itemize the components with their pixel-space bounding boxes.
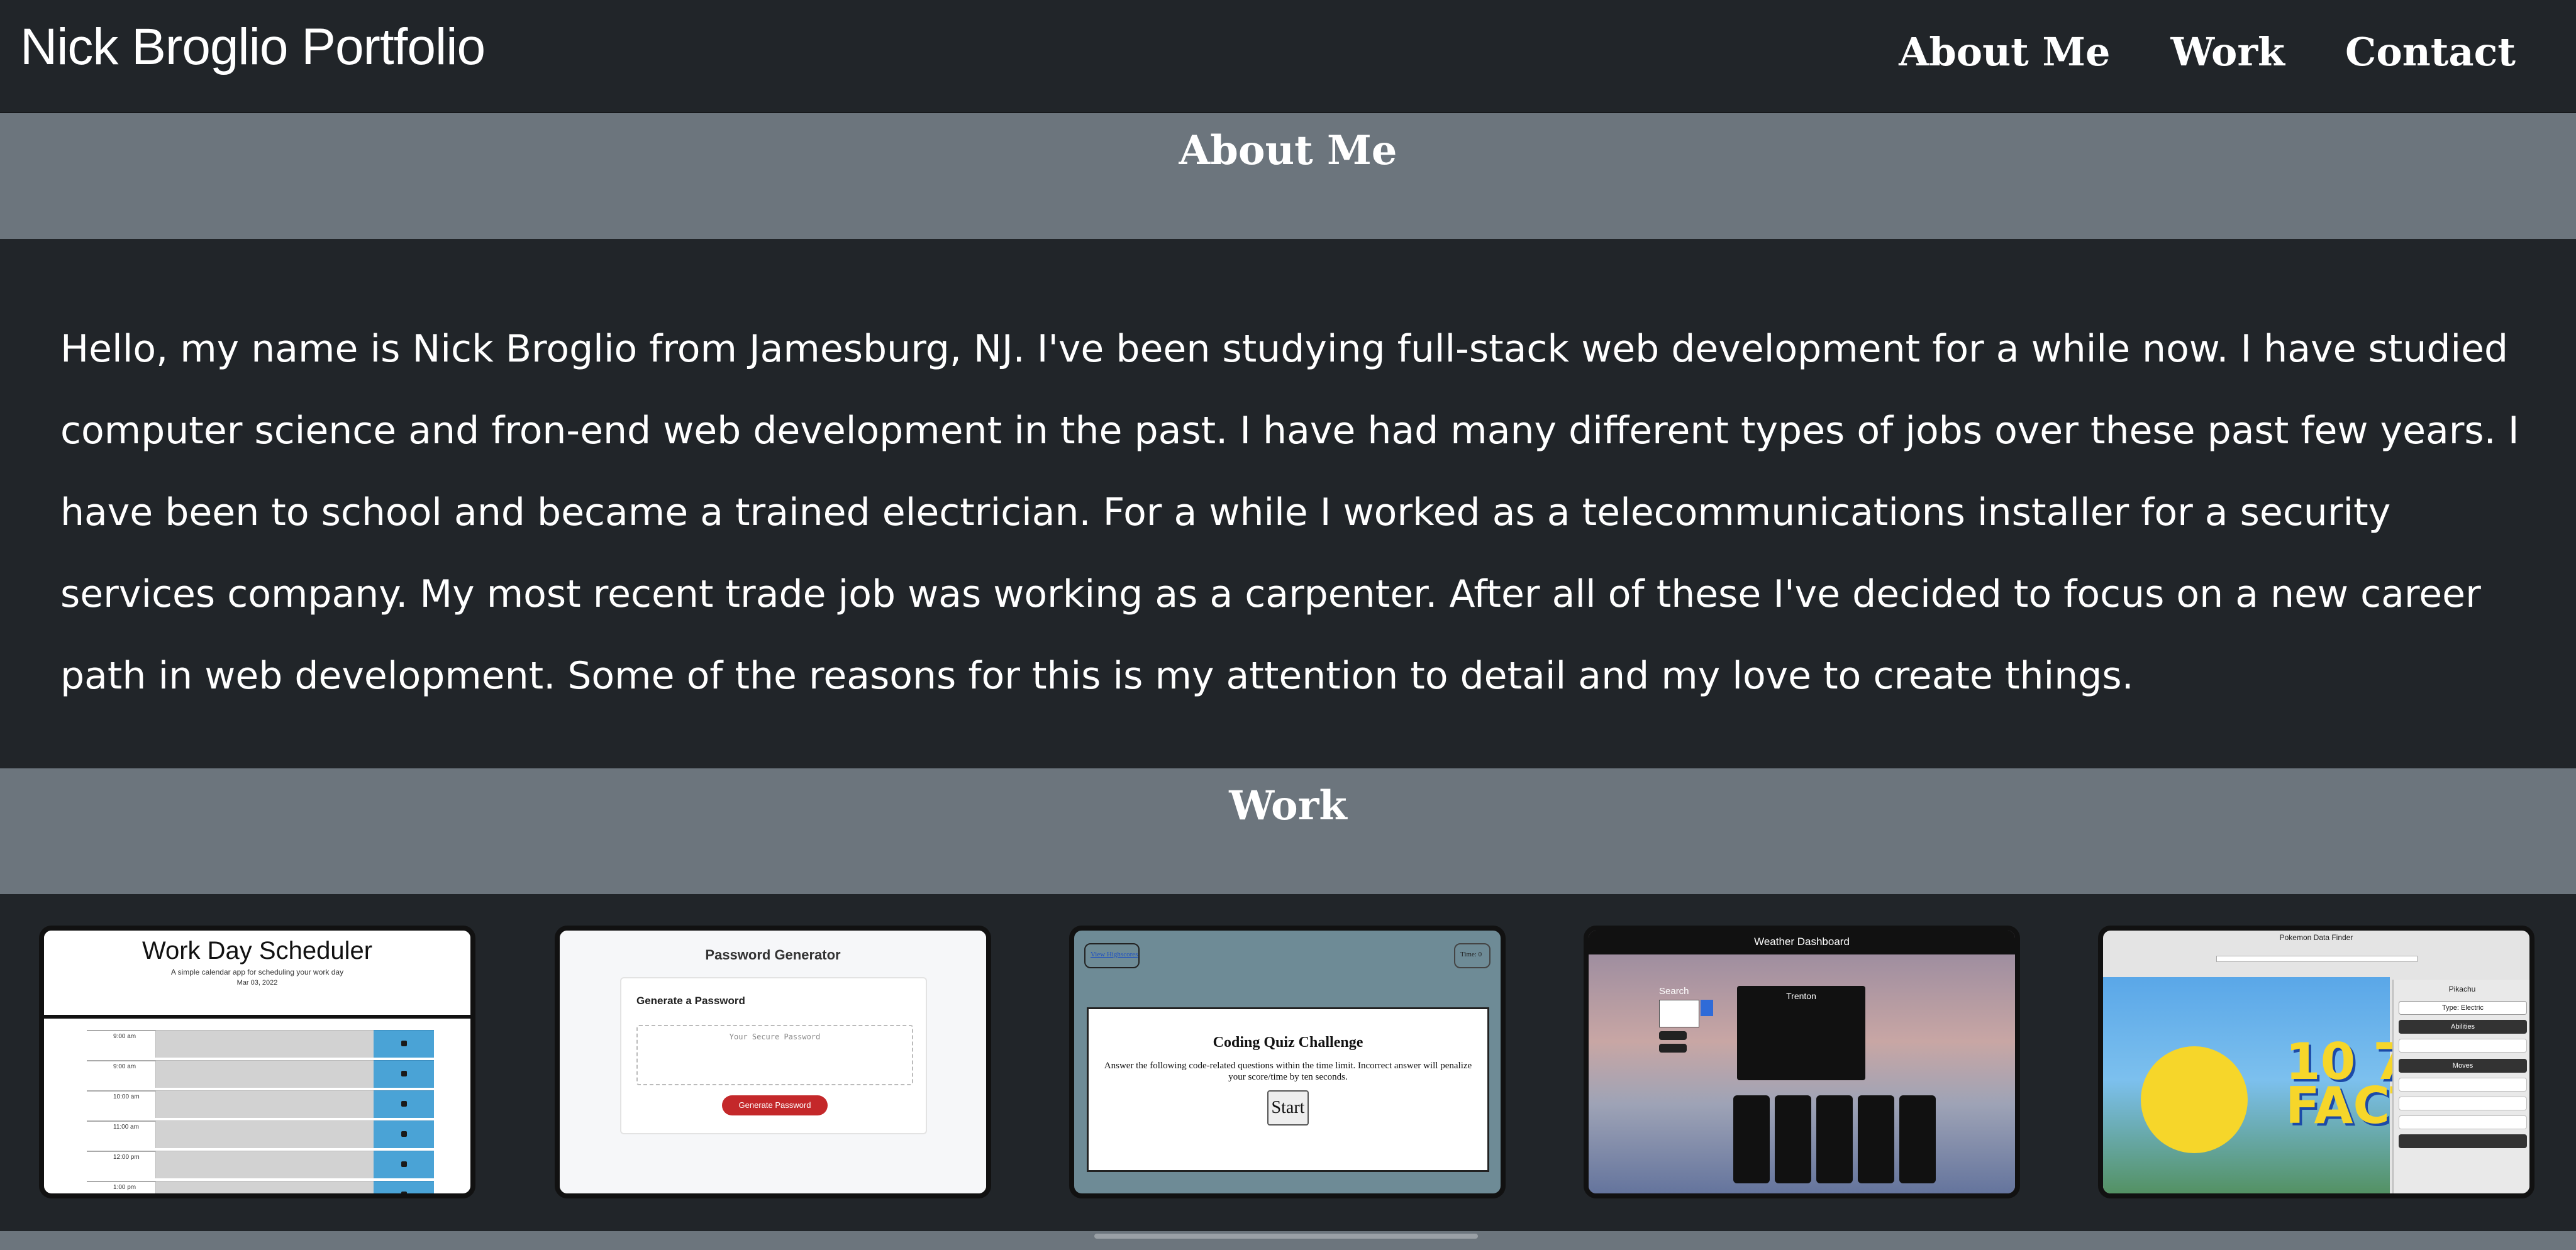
- scheduler-event-field: [156, 1181, 374, 1193]
- pokemon-finder-title: Pokemon Data Finder: [2279, 933, 2353, 942]
- scheduler-save-button: [374, 1030, 434, 1058]
- quiz-start-button: Start: [1267, 1090, 1309, 1126]
- pokemon-move-row: [2399, 1078, 2527, 1092]
- password-panel-title: Generate a Password: [636, 995, 745, 1007]
- scrollbar-thumb[interactable]: [1094, 1234, 1478, 1239]
- weather-search-button: [1701, 1000, 1713, 1016]
- about-section-header: About Me: [0, 113, 2576, 239]
- pokemon-moves-header: Moves: [2399, 1059, 2527, 1073]
- scheduler-hour: 11:00 am: [87, 1120, 156, 1148]
- pokemon-info-panel: Pikachu Type: Electric Abilities Moves: [2392, 980, 2529, 1193]
- weather-search-label: Search: [1659, 986, 1689, 997]
- quiz-instructions: Answer the following code-related questi…: [1104, 1061, 1472, 1082]
- project-card-weather-dashboard[interactable]: Weather Dashboard Search Trenton: [1584, 926, 2020, 1198]
- weather-search-input: [1659, 1000, 1699, 1027]
- scheduler-row: 12:00 pm: [87, 1151, 436, 1178]
- project-card-pokemon-data-finder[interactable]: Pokemon Data Finder 10 7 FACTS Pikachu T…: [2098, 926, 2534, 1198]
- nav-links: About Me Work Contact: [1899, 29, 2516, 75]
- scheduler-save-button: [374, 1181, 434, 1193]
- lock-icon: [401, 1131, 407, 1137]
- pokemon-ability-row: [2399, 1039, 2527, 1053]
- work-gallery: Work Day Scheduler A simple calendar app…: [0, 894, 2576, 1250]
- lock-icon: [401, 1071, 407, 1076]
- weather-background-image: Search Trenton: [1589, 954, 2015, 1193]
- nav-link-contact[interactable]: Contact: [2345, 29, 2516, 75]
- quiz-title: Coding Quiz Challenge: [1213, 1034, 1363, 1051]
- scheduler-event-field: [156, 1151, 374, 1178]
- about-heading: About Me: [1179, 127, 1397, 174]
- work-section-header: Work: [0, 768, 2576, 894]
- scheduler-hour: 9:00 am: [87, 1030, 156, 1058]
- scheduler-hour: 12:00 pm: [87, 1151, 156, 1178]
- weather-forecast-card: [1816, 1095, 1853, 1183]
- pokemon-image: 10 7 FACTS: [2103, 977, 2460, 1193]
- project-card-password-generator[interactable]: Password Generator Generate a Password Y…: [555, 926, 991, 1198]
- scheduler-subtitle: A simple calendar app for scheduling you…: [170, 968, 344, 976]
- about-paragraph: Hello, my name is Nick Broglio from Jame…: [60, 327, 2519, 698]
- scheduler-title: Work Day Scheduler: [142, 937, 373, 965]
- weather-forecast-card: [1899, 1095, 1936, 1183]
- nav-link-about-me[interactable]: About Me: [1899, 29, 2110, 75]
- pokemon-move-row: [2399, 1115, 2527, 1129]
- weather-forecast-card: [1733, 1095, 1770, 1183]
- horizontal-scrollbar[interactable]: [0, 1231, 2576, 1250]
- password-panel: Generate a Password Your Secure Password…: [620, 977, 927, 1134]
- scheduler-event-field: [156, 1030, 374, 1058]
- scheduler-row: 10:00 am: [87, 1090, 436, 1118]
- quiz-timer: Time: 0: [1454, 943, 1491, 968]
- pikachu-illustration: [2141, 1046, 2248, 1153]
- scheduler-row: 1:00 pm: [87, 1181, 436, 1193]
- work-heading: Work: [1229, 782, 1347, 829]
- password-output: Your Secure Password: [636, 1025, 913, 1085]
- scheduler-event-field: [156, 1120, 374, 1148]
- project-card-coding-quiz[interactable]: View Highscores Time: 0 Coding Quiz Chal…: [1069, 926, 1506, 1198]
- scheduler-hour: 1:00 pm: [87, 1181, 156, 1193]
- view-highscores-link: View Highscores: [1084, 943, 1140, 968]
- password-generator-preview: Password Generator Generate a Password Y…: [560, 931, 986, 1193]
- scheduler-save-button: [374, 1090, 434, 1118]
- about-section-body: Hello, my name is Nick Broglio from Jame…: [0, 239, 2576, 768]
- pokemon-name: Pikachu: [2448, 985, 2476, 993]
- pokemon-stats-row: [2399, 1134, 2527, 1148]
- lock-icon: [401, 1041, 407, 1046]
- weather-history-button: [1659, 1031, 1687, 1040]
- scheduler-event-field: [156, 1060, 374, 1088]
- scheduler-date: Mar 03, 2022: [236, 979, 278, 987]
- scheduler-row: 9:00 am: [87, 1060, 436, 1088]
- pokemon-type: Type: Electric: [2399, 1001, 2527, 1015]
- lock-icon: [401, 1101, 407, 1107]
- scheduler-header: Work Day Scheduler A simple calendar app…: [44, 931, 470, 1019]
- weather-forecast-card: [1775, 1095, 1811, 1183]
- brand-title[interactable]: Nick Broglio Portfolio: [20, 18, 486, 77]
- scheduler-event-field: [156, 1090, 374, 1118]
- nav-link-work[interactable]: Work: [2170, 29, 2285, 75]
- scheduler-row: 9:00 am: [87, 1030, 436, 1058]
- scheduler-save-button: [374, 1120, 434, 1148]
- generate-password-button: Generate Password: [722, 1095, 828, 1115]
- quiz-start-box: Coding Quiz Challenge Answer the followi…: [1087, 1007, 1489, 1172]
- pokemon-search-bar: [2216, 956, 2418, 962]
- pokemon-move-row: [2399, 1097, 2527, 1110]
- scheduler-hour: 10:00 am: [87, 1090, 156, 1118]
- scheduler-row: 11:00 am: [87, 1120, 436, 1148]
- weather-history-button: [1659, 1044, 1687, 1053]
- scheduler-grid: 9:00 am 9:00 am 10:00 am 11:00 am 12:00: [87, 1030, 436, 1193]
- password-generator-title: Password Generator: [705, 947, 841, 963]
- scheduler-hour: 9:00 am: [87, 1060, 156, 1088]
- lock-icon: [401, 1192, 407, 1193]
- weather-city: Trenton: [1786, 991, 1816, 1001]
- pokemon-abilities-header: Abilities: [2399, 1020, 2527, 1034]
- scheduler-save-button: [374, 1151, 434, 1178]
- weather-dashboard-title: Weather Dashboard: [1589, 931, 2015, 954]
- lock-icon: [401, 1161, 407, 1167]
- scheduler-save-button: [374, 1060, 434, 1088]
- weather-forecast-card: [1858, 1095, 1894, 1183]
- weather-today-card: Trenton: [1737, 986, 1865, 1080]
- navbar: Nick Broglio Portfolio About Me Work Con…: [0, 0, 2576, 113]
- project-card-work-day-scheduler[interactable]: Work Day Scheduler A simple calendar app…: [39, 926, 475, 1198]
